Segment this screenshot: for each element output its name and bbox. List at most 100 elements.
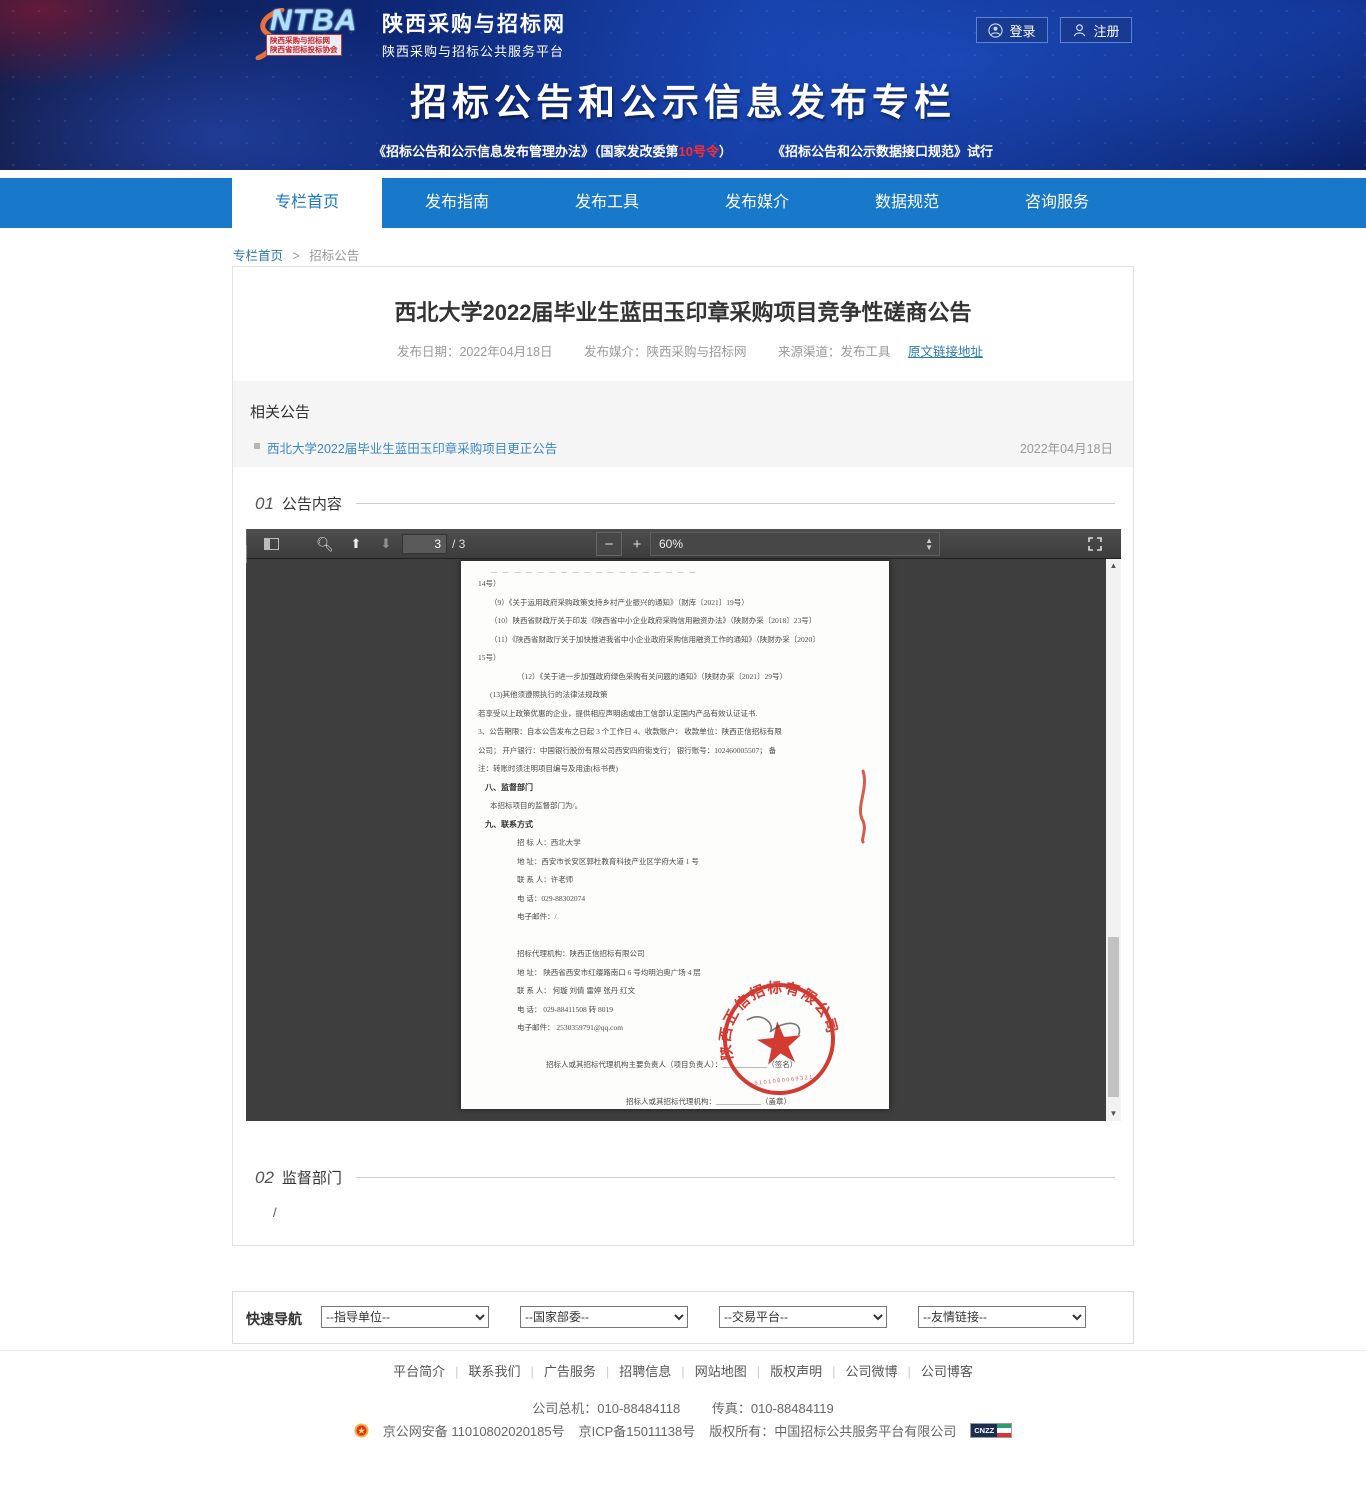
footer-link-separator: | (455, 1364, 458, 1379)
section-2-number: 02 (255, 1168, 274, 1188)
dropdown-arrows-icon: ▲▼ (925, 537, 933, 551)
pdf-text-line: 若享受以上政策优惠的企业，提供相应声明函或由工信部认定国内产品有效认证证书. (461, 705, 889, 724)
publish-date: 发布日期：2022年04月18日 (397, 345, 553, 359)
pdf-text-line: （12）《关于进一步加强政府绿色采购有关问题的通知》（陕财办采〔2021〕29号… (461, 668, 889, 687)
pdf-text-line: 14号） (461, 575, 889, 594)
related-item-date: 2022年04月18日 (1020, 438, 1113, 457)
quick-nav-select[interactable]: --交易平台-- (719, 1306, 887, 1328)
banner-note: 《招标公告和公示信息发布管理办法》（国家发改委第10号令）《招标公告和公示数据接… (0, 141, 1366, 160)
scrollbar-down-icon[interactable]: ▼ (1106, 1107, 1121, 1121)
footer-link[interactable]: 公司博客 (921, 1364, 973, 1379)
footer-link[interactable]: 广告服务 (544, 1364, 596, 1379)
page-down-icon[interactable]: ⬇︎ (374, 529, 398, 559)
section-1-number: 01 (255, 494, 274, 514)
footer-link[interactable]: 联系我们 (468, 1364, 520, 1379)
site-logo[interactable]: NTBA 陕西采购与招标网 陕西省招标投标协会 陕西采购与招标网 陕西采购与招标… (252, 8, 566, 60)
logo-graphic: NTBA 陕西采购与招标网 陕西省招标投标协会 (252, 8, 372, 60)
login-label: 登录 (1009, 21, 1035, 40)
zoom-out-icon[interactable]: − (596, 532, 622, 556)
nav-tab[interactable]: 专栏首页 (232, 178, 382, 228)
pdf-text-line: 招标代理机构：陕西正信招标有限公司 (461, 945, 889, 964)
search-icon[interactable]: 🔍︎ (312, 529, 338, 559)
quick-nav-select[interactable]: --友情链接-- (918, 1306, 1086, 1328)
breadcrumb-home-link[interactable]: 专栏首页 (233, 249, 283, 263)
footer-link-separator: | (757, 1364, 760, 1379)
section-1-title: 公告内容 (282, 493, 342, 514)
pdf-text-line: 八、监督部门 (461, 779, 889, 798)
nav-tab[interactable]: 发布媒介 (682, 178, 832, 228)
article-title: 西北大学2022届毕业生蓝田玉印章采购项目竞争性磋商公告 (233, 295, 1133, 327)
related-heading: 相关公告 (250, 401, 310, 422)
scrollbar-up-icon[interactable]: ▲ (1106, 559, 1121, 573)
quick-nav-panel: 快速导航 --指导单位-- --国家部委-- --交易平台-- --友情链接-- (232, 1291, 1134, 1344)
company-seal-stamp: 陕西正信招标有限公司 6 1 0 1 0 8 0 0 6 9 3 2 1 (713, 973, 845, 1105)
pdf-text-line (461, 927, 889, 946)
user-circle-icon (988, 23, 1003, 38)
footer-link-separator: | (832, 1364, 835, 1379)
red-ink-mark (853, 769, 873, 844)
pdf-text-line: (13)其他须遵照执行的法律法规政策 (461, 686, 889, 705)
pdf-text-line: 地 址：西安市长安区郭杜教育科技产业区学府大道 1 号 (461, 853, 889, 872)
pdf-text-line: 3、公告期限：自本公告发布之日起 3 个工作日 4、收款账户： 收款单位：陕西正… (461, 723, 889, 742)
footer-link[interactable]: 版权声明 (770, 1364, 822, 1379)
footer-link[interactable]: 招聘信息 (619, 1364, 671, 1379)
footer-legal-row: 京公网安备 11010802020185号 京ICP备15011138号 版权所… (0, 1421, 1366, 1440)
pdf-text-line: 招 标 人：西北大学 (461, 834, 889, 853)
cnzz-badge[interactable]: CNZZ (970, 1423, 1012, 1438)
page-up-icon[interactable]: ⬆︎ (344, 529, 368, 559)
main-nav: 专栏首页发布指南发布工具发布媒介数据规范咨询服务 (0, 178, 1366, 228)
nav-tab[interactable]: 发布指南 (382, 178, 532, 228)
section-1-heading: 01 公告内容 (255, 493, 1115, 514)
footer-link[interactable]: 公司微博 (846, 1364, 898, 1379)
pdf-text-line: （11）《陕西省财政厅关于加快推进我省中小企业政府采购信用融资工作的通知》（陕财… (461, 631, 889, 650)
footer: 平台简介|联系我们|广告服务|招聘信息|网站地图|版权声明|公司微博|公司博客 … (0, 1350, 1366, 1440)
pdf-text-line: 九、联系方式 (461, 816, 889, 835)
article-meta: 发布日期：2022年04月18日 发布媒介：陕西采购与招标网 来源渠道：发布工具… (233, 341, 1133, 360)
scrollbar-thumb[interactable] (1108, 937, 1119, 1097)
footer-link[interactable]: 网站地图 (695, 1364, 747, 1379)
beian-number[interactable]: 京公网安备 11010802020185号 (383, 1421, 565, 1440)
quick-nav-select[interactable]: --国家部委-- (520, 1306, 688, 1328)
register-button[interactable]: 注册 (1060, 17, 1132, 43)
copyright-text: 版权所有：中国招标公共服务平台有限公司 (709, 1421, 956, 1440)
pdf-text-line: （10）陕西省财政厅关于印发《陕西省中小企业政府采购信用融资办法》（陕财办采〔2… (461, 612, 889, 631)
pdf-text-line: 注：转账时须注明项目编号及用途(标书费) (461, 760, 889, 779)
pdf-scrollbar[interactable]: ▲ ▼ (1106, 559, 1121, 1121)
quick-nav-select[interactable]: --指导单位-- (321, 1306, 489, 1328)
logo-badge: 陕西采购与招标网 陕西省招标投标协会 (266, 34, 342, 56)
zoom-level-select[interactable]: 60% ▲▼ (650, 532, 940, 556)
quick-nav-label: 快速导航 (246, 1309, 302, 1329)
publish-media: 发布媒介：陕西采购与招标网 (584, 345, 747, 359)
fullscreen-icon[interactable] (1082, 529, 1108, 559)
related-item-link[interactable]: 西北大学2022届毕业生蓝田玉印章采购项目更正公告 (267, 438, 557, 457)
login-button[interactable]: 登录 (976, 17, 1048, 43)
nav-tab[interactable]: 数据规范 (832, 178, 982, 228)
supervision-content: / (273, 1205, 277, 1220)
breadcrumb-separator: > (293, 249, 300, 263)
sidebar-toggle-icon[interactable] (258, 529, 284, 559)
pdf-text-line: 公司； 开户银行：中国银行股份有限公司西安四府街支行； 银行账号：1024600… (461, 742, 889, 761)
nav-tab[interactable]: 咨询服务 (982, 178, 1132, 228)
origin-link[interactable]: 原文链接地址 (908, 345, 983, 359)
pdf-viewer: 🔍︎ ⬆︎ ⬇︎ / 3 − + 60% ▲▼ — — — — (246, 529, 1121, 1121)
related-item: 西北大学2022届毕业生蓝田玉印章采购项目更正公告 2022年04月18日 (233, 437, 1133, 457)
footer-link[interactable]: 平台简介 (393, 1364, 445, 1379)
nav-tab[interactable]: 发布工具 (532, 178, 682, 228)
register-label: 注册 (1093, 21, 1119, 40)
page-number-input[interactable] (402, 534, 447, 554)
zoom-in-icon[interactable]: + (624, 529, 650, 559)
footer-link-separator: | (606, 1364, 609, 1379)
company-phone: 公司总机：010-88484118 (532, 1401, 680, 1416)
pdf-text-line: （9）《关于运用政府采购政策支持乡村产业振兴的通知》（财库〔2021〕19号） (461, 594, 889, 613)
banner-title: 招标公告和公示信息发布专栏 (0, 72, 1366, 126)
icp-number[interactable]: 京ICP备15011138号 (579, 1421, 696, 1440)
logo-acronym: NTBA (270, 4, 357, 38)
square-bullet-icon (254, 443, 260, 449)
header-banner: NTBA 陕西采购与招标网 陕西省招标投标协会 陕西采购与招标网 陕西采购与招标… (0, 0, 1366, 170)
footer-contact-row: 公司总机：010-88484118 传真：010-88484119 (0, 1398, 1366, 1417)
footer-link-separator: | (681, 1364, 684, 1379)
breadcrumb: 专栏首页 > 招标公告 (233, 245, 359, 264)
site-title: 陕西采购与招标网 (382, 8, 566, 38)
police-badge-icon (354, 1423, 369, 1438)
pdf-text-line: 本招标项目的监督部门为/。 (461, 797, 889, 816)
